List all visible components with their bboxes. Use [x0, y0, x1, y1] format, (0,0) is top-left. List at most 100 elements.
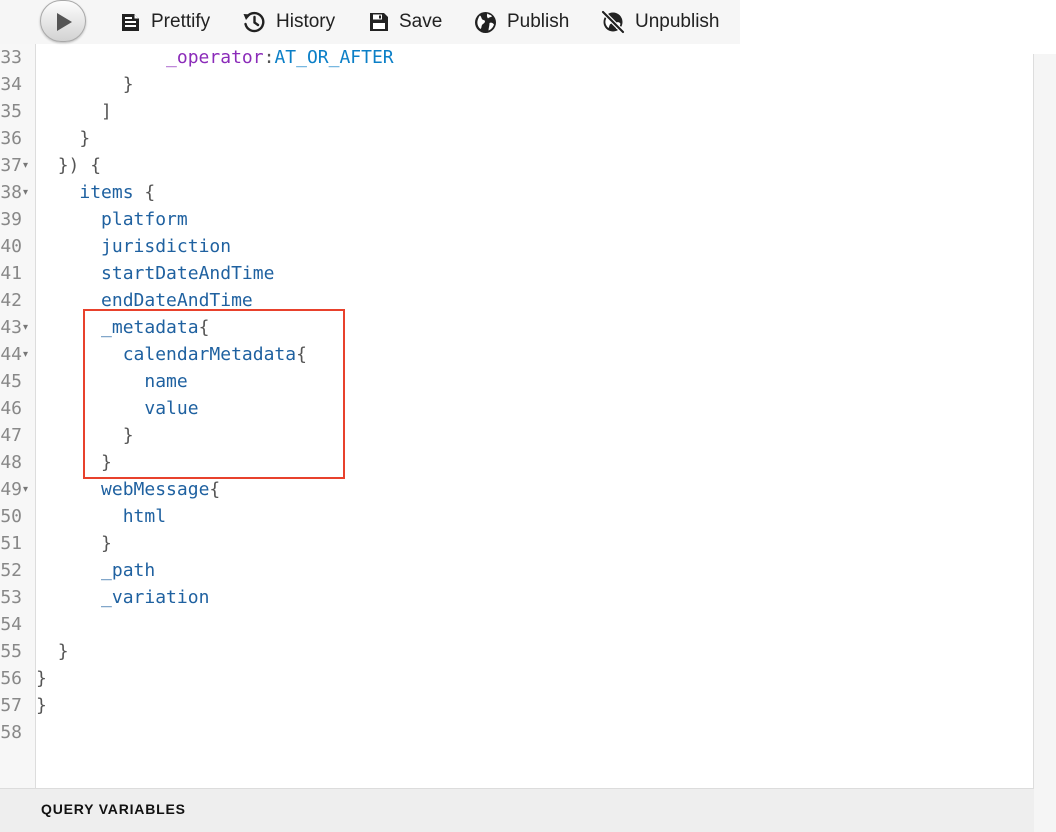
code-line: 37 ▾ }) {: [0, 152, 1034, 179]
line-number: 55: [0, 641, 22, 662]
save-icon: [370, 13, 388, 31]
code-line: 39 platform: [0, 206, 1034, 233]
code-text: ]: [36, 98, 112, 125]
code-token-field: endDateAndTime: [101, 290, 253, 311]
code-line: 56}: [0, 665, 1034, 692]
unpublish-label: Unpublish: [635, 11, 720, 32]
code-token-punct: }: [57, 641, 69, 662]
code-token-punct: }: [79, 128, 91, 149]
code-text: _operator:AT_OR_AFTER: [36, 44, 394, 71]
fold-toggle-icon[interactable]: ▾: [23, 476, 28, 503]
code-text: }) {: [36, 152, 101, 179]
code-token-punct: }: [36, 668, 47, 689]
code-token-punct: {: [209, 479, 221, 500]
code-line: 54: [0, 611, 1034, 638]
code-token-punct: }: [122, 425, 134, 446]
code-line: 48 }: [0, 449, 1034, 476]
line-number: 49: [0, 479, 22, 500]
line-number: 56: [0, 668, 22, 689]
code-token-field: items: [79, 182, 134, 203]
code-text: name: [36, 368, 187, 395]
code-text: items {: [36, 179, 155, 206]
code-token-punct: ]: [101, 101, 112, 122]
play-icon: [57, 13, 72, 31]
save-button[interactable]: Save: [369, 8, 442, 36]
code-text: }: [36, 638, 69, 665]
code-line: 46 value: [0, 395, 1034, 422]
history-label: History: [276, 11, 336, 32]
code-token-field: value: [144, 398, 199, 419]
code-token-arg: _operator: [166, 47, 264, 68]
code-text: }: [36, 530, 112, 557]
code-token-punct: {: [198, 317, 210, 338]
code-token-field: _path: [101, 560, 156, 581]
code-line: 47 }: [0, 422, 1034, 449]
globe-icon: [475, 11, 496, 33]
code-token-punct: }: [101, 452, 112, 473]
code-token-field: startDateAndTime: [101, 263, 275, 284]
code-text: }: [36, 71, 134, 98]
execute-query-button[interactable]: [40, 0, 86, 42]
fold-toggle-icon[interactable]: ▾: [23, 179, 28, 206]
code-line: 57}: [0, 692, 1034, 719]
line-number: 53: [0, 587, 22, 608]
code-line: 51 }: [0, 530, 1034, 557]
code-token-punct: }: [36, 695, 47, 716]
code-line: 50 html: [0, 503, 1034, 530]
code-line: 49 ▾ webMessage{: [0, 476, 1034, 503]
query-variables-header[interactable]: QUERY VARIABLES: [0, 788, 1034, 832]
code-line: 33 _operator:AT_OR_AFTER: [0, 44, 1034, 71]
fold-toggle-icon[interactable]: ▾: [23, 314, 28, 341]
code-line: 58: [0, 719, 1034, 746]
prettify-icon: [122, 13, 139, 31]
line-number: 52: [0, 560, 22, 581]
history-button[interactable]: History: [242, 8, 335, 36]
code-line: 35 ]: [0, 98, 1034, 125]
code-token-field: _metadata: [101, 317, 199, 338]
code-lines: 33 _operator:AT_OR_AFTER 34 } 35 ] 36 } 37 ▾ …: [0, 44, 1034, 746]
code-line: 53 _variation: [0, 584, 1034, 611]
code-text: }: [36, 422, 134, 449]
code-line: 36 }: [0, 125, 1034, 152]
line-number: 45: [0, 371, 22, 392]
publish-label: Publish: [507, 11, 570, 32]
code-token-punct: }: [101, 533, 112, 554]
line-number: 39: [0, 209, 22, 230]
line-number: 35: [0, 101, 22, 122]
code-text: endDateAndTime: [36, 287, 253, 314]
line-number: 57: [0, 695, 22, 716]
code-line: 55 }: [0, 638, 1034, 665]
fold-toggle-icon[interactable]: ▾: [23, 341, 28, 368]
code-line: 52 _path: [0, 557, 1034, 584]
line-number: 58: [0, 722, 22, 743]
fold-toggle-icon[interactable]: ▾: [23, 152, 28, 179]
code-text: _metadata{: [36, 314, 209, 341]
code-text: }: [36, 125, 90, 152]
code-line: 41 startDateAndTime: [0, 260, 1034, 287]
code-text: html: [36, 503, 166, 530]
code-line: 45 name: [0, 368, 1034, 395]
code-token-punct: }) {: [57, 155, 102, 176]
code-token-enum: AT_OR_AFTER: [274, 47, 394, 68]
unpublish-icon: [601, 10, 625, 34]
line-number: 48: [0, 452, 22, 473]
code-line: 44 ▾ calendarMetadata{: [0, 341, 1034, 368]
prettify-button[interactable]: Prettify: [120, 8, 210, 36]
unpublish-button[interactable]: Unpublish: [601, 8, 720, 36]
history-icon: [243, 11, 265, 33]
code-text: }: [36, 692, 47, 719]
line-number: 33: [0, 47, 22, 68]
query-editor[interactable]: 33 _operator:AT_OR_AFTER 34 } 35 ] 36 } 37 ▾ …: [0, 0, 1034, 788]
prettify-label: Prettify: [151, 11, 211, 32]
line-number: 36: [0, 128, 22, 149]
code-text: _variation: [36, 584, 209, 611]
code-text: value: [36, 395, 199, 422]
code-text: webMessage{: [36, 476, 220, 503]
editor-scrollbar[interactable]: [1033, 54, 1056, 832]
publish-button[interactable]: Publish: [474, 8, 569, 36]
code-text: }: [36, 665, 47, 692]
query-variables-title: QUERY VARIABLES: [41, 801, 186, 817]
code-line: 38 ▾ items {: [0, 179, 1034, 206]
code-token-field: _variation: [101, 587, 210, 608]
code-token-punct: {: [296, 344, 307, 365]
